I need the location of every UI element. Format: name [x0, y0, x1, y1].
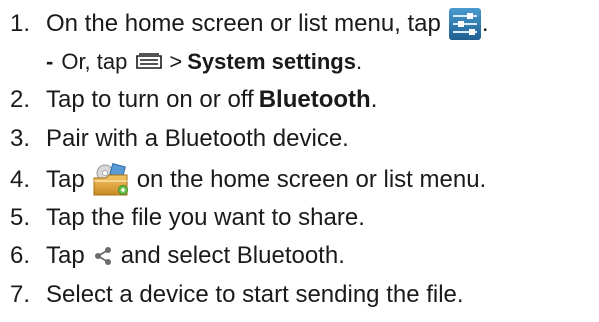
- system-settings-label: System settings: [187, 49, 356, 74]
- file-manager-folder-icon: [92, 163, 130, 197]
- step-4: 4. Tap on the home screen or list menu.: [10, 160, 486, 200]
- step-text: Pair with a Bluetooth device.: [46, 125, 349, 152]
- settings-sliders-icon: [448, 7, 482, 41]
- step-text-end: .: [370, 86, 378, 113]
- step-7: 7. Select a device to start sending the …: [10, 275, 464, 315]
- step-text-end: and select Bluetooth.: [120, 242, 345, 269]
- step-text: On the home screen or list menu, tap: [46, 10, 441, 37]
- step-3: 3. Pair with a Bluetooth device.: [10, 119, 349, 159]
- step-1: 1. On the home screen or list menu, tap: [10, 4, 489, 44]
- step-number: 7.: [10, 281, 31, 308]
- step-number: 2.: [10, 86, 31, 113]
- step-1-alternative: - Or, tap > System settings .: [46, 46, 362, 78]
- step-6: 6. Tap and select Bluetooth.: [10, 236, 345, 276]
- menu-key-icon: [134, 53, 164, 71]
- sub-text-arrow: >: [169, 49, 183, 74]
- sub-dash: -: [46, 49, 54, 74]
- step-text: Tap to turn on or off: [46, 86, 254, 113]
- sub-text: Or, tap: [61, 49, 128, 74]
- step-number: 5.: [10, 204, 31, 231]
- step-text-end: .: [481, 10, 489, 37]
- bluetooth-label: Bluetooth: [258, 86, 371, 113]
- step-2: 2. Tap to turn on or off Bluetooth .: [10, 80, 377, 120]
- step-number: 1.: [10, 10, 31, 37]
- step-number: 4.: [10, 166, 31, 193]
- step-text: Tap the file you want to share.: [46, 204, 365, 231]
- step-text-end: on the home screen or list menu.: [136, 166, 487, 193]
- share-icon: [92, 245, 114, 267]
- step-number: 3.: [10, 125, 31, 152]
- step-number: 6.: [10, 242, 31, 269]
- step-text: Tap: [46, 166, 85, 193]
- sub-text-end: .: [355, 49, 363, 74]
- step-text: Select a device to start sending the fil…: [46, 281, 464, 308]
- step-text: Tap: [46, 242, 85, 269]
- step-5: 5. Tap the file you want to share.: [10, 198, 365, 238]
